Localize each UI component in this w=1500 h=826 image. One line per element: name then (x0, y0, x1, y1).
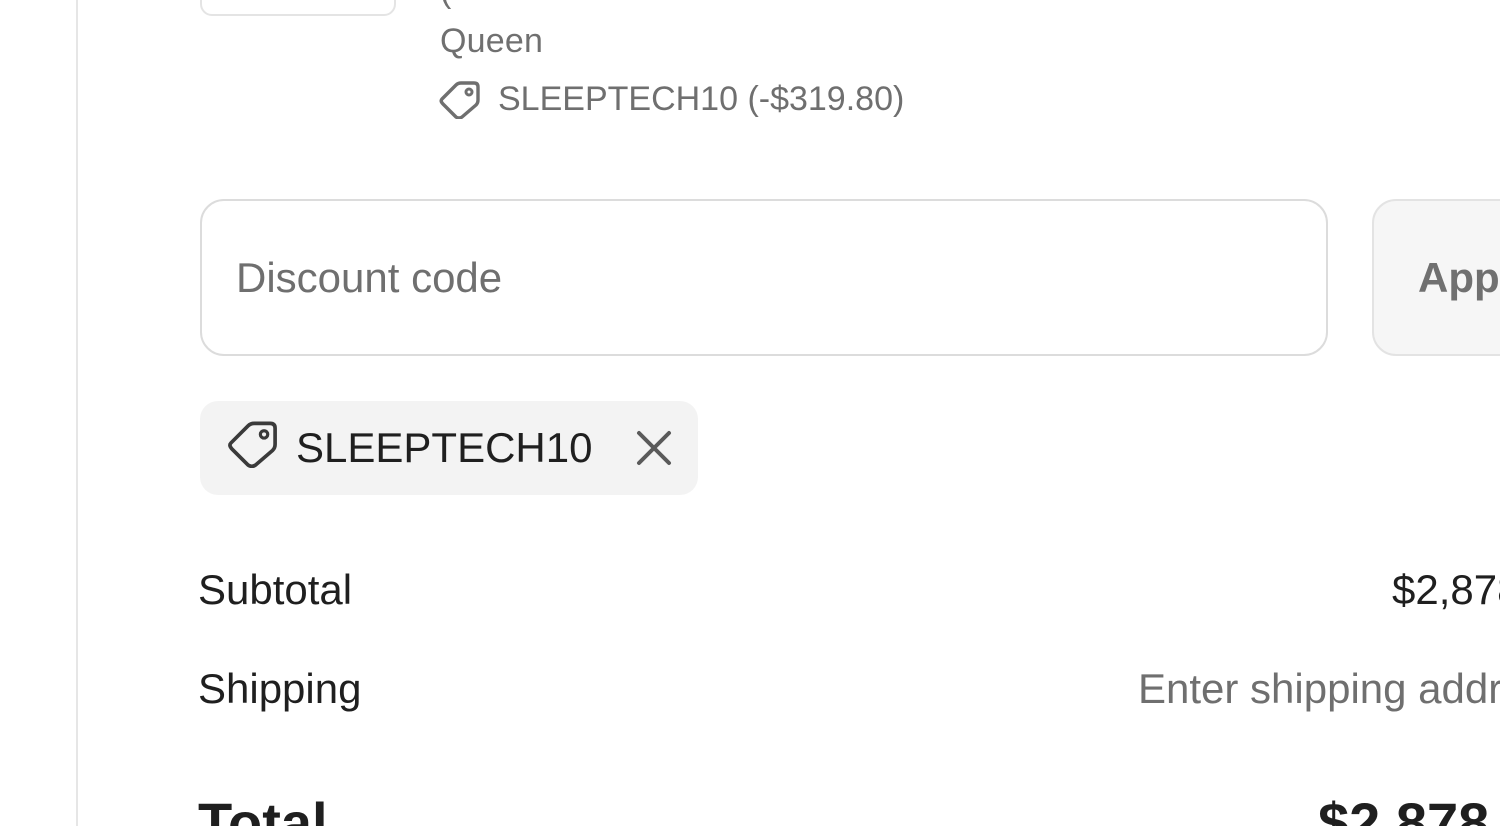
total-label: Total (198, 791, 328, 826)
tag-icon (438, 79, 482, 119)
subtotal-label: Subtotal (198, 566, 353, 613)
total-value: $2,878 (1318, 791, 1490, 826)
apply-discount-button[interactable]: Apply (1372, 199, 1500, 356)
tag-icon (226, 418, 280, 478)
applied-discount-chip: SLEEPTECH10 (200, 401, 699, 495)
column-divider (0, 0, 78, 826)
line-item-discount-label: SLEEPTECH10 (-$319.80) (498, 79, 905, 118)
subtotal-value: $2,878 (1392, 566, 1500, 613)
checkout-order-summary: ( Queen SLEEPTECH10 (-$319.80) Apply SLE… (0, 0, 1500, 826)
applied-discount-code: SLEEPTECH10 (296, 424, 593, 471)
subtotal-row: Subtotal $2,878 (198, 566, 1500, 626)
shipping-row: Shipping Enter shipping address (198, 665, 1500, 725)
product-variant: Queen (440, 22, 544, 60)
shipping-label: Shipping (198, 665, 362, 712)
product-thumbnail (200, 0, 396, 16)
line-item-discount: SLEEPTECH10 (-$319.80) (438, 76, 904, 122)
product-title: ( (440, 0, 451, 11)
close-icon[interactable] (634, 428, 674, 468)
discount-code-input[interactable] (200, 199, 1328, 356)
shipping-value: Enter shipping address (1138, 665, 1500, 712)
total-row: Total $2,878 (198, 790, 1500, 826)
